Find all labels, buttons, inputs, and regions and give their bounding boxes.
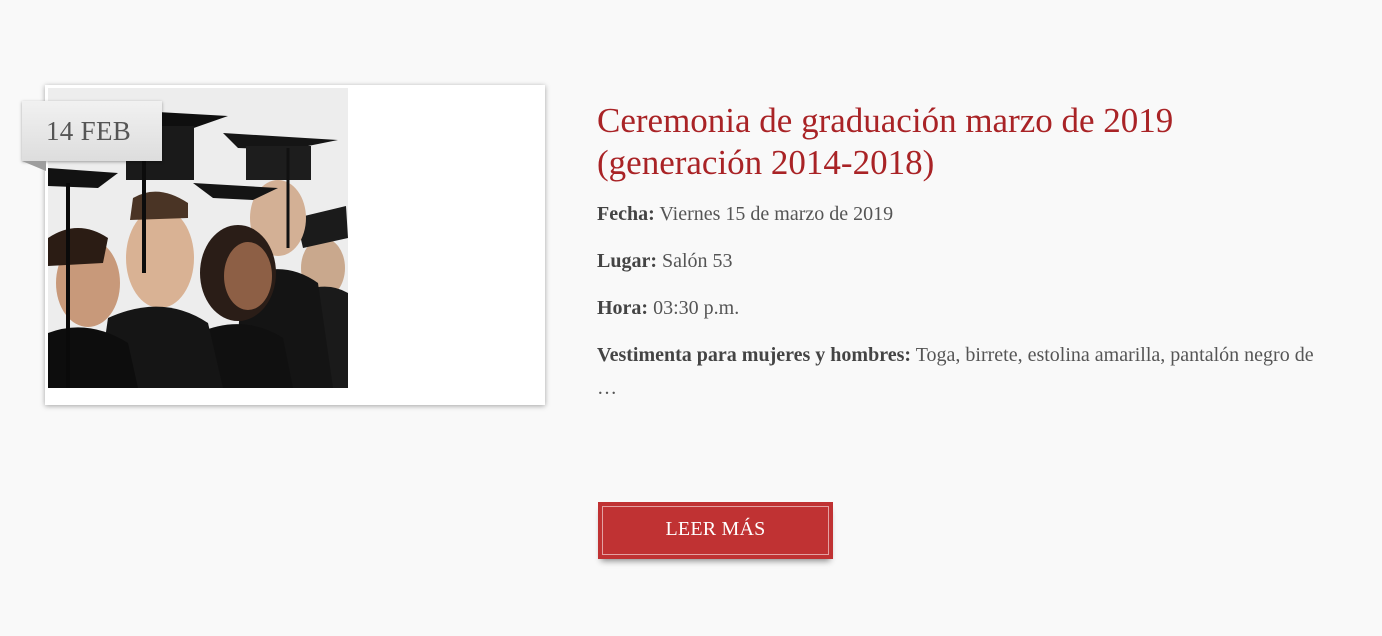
post-title-line1[interactable]: Ceremonia de graduación marzo de 2019 [597,101,1173,140]
field-vestimenta: Vestimenta para mujeres y hombres: Toga,… [597,339,1328,372]
field-hora: Hora: 03:30 p.m. [597,292,1328,325]
excerpt-ellipsis: … [597,377,617,399]
field-hora-label: Hora: [597,297,649,319]
field-fecha-value: Viernes 15 de marzo de 2019 [659,203,894,225]
page: 14 FEB Ceremonia de graduación marzo de … [0,0,1382,636]
field-hora-value: 03:30 p.m. [653,297,740,319]
field-lugar: Lugar: Salón 53 [597,245,1328,278]
read-more-label[interactable]: LEER MÁS [602,506,829,555]
post-title[interactable]: Ceremonia de graduación marzo de 2019 (g… [597,100,1328,184]
post-content: Ceremonia de graduación marzo de 2019 (g… [597,100,1328,400]
date-badge: 14 FEB [22,101,162,161]
post-title-line2[interactable]: (generación 2014-2018) [597,143,934,182]
field-lugar-label: Lugar: [597,250,657,272]
date-badge-fold [22,161,46,171]
field-vestimenta-value: Toga, birrete, estolina amarilla, pantal… [915,344,1314,366]
read-more-button[interactable]: LEER MÁS [598,502,833,559]
field-fecha: Fecha: Viernes 15 de marzo de 2019 [597,198,1328,231]
field-fecha-label: Fecha: [597,203,655,225]
field-lugar-value: Salón 53 [662,250,733,272]
field-vestimenta-label: Vestimenta para mujeres y hombres: [597,344,912,366]
